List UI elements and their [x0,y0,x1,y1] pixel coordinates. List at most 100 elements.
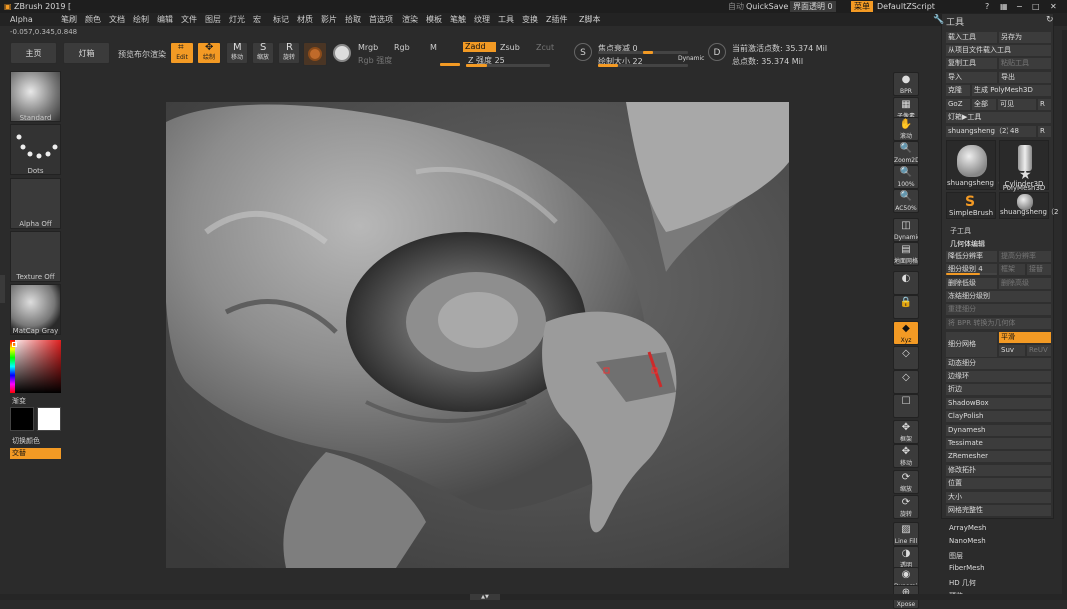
goz-visible-button[interactable]: 可见 [998,99,1036,110]
shelf-button-9[interactable]: 🔒 [893,295,919,319]
mrgb-button[interactable]: Mrgb [358,43,378,52]
close-icon[interactable]: ✕ [1050,0,1057,13]
geometry-subpalette[interactable]: 网格完整性 [946,505,1051,516]
freeze-subdivision-button[interactable]: 冻结细分级别 [946,291,1051,302]
menu-item[interactable]: 渲染 [402,13,418,26]
menu-item[interactable]: 拾取 [345,13,361,26]
menu-item[interactable]: 图层 [205,13,221,26]
alternate-button[interactable]: 交替 [10,448,61,459]
menu-item[interactable]: 编辑 [157,13,173,26]
gradient-label[interactable]: 渐变 [12,396,26,406]
shelf-button-3[interactable]: 🔍 Zoom2D [893,141,919,165]
rgb-button[interactable]: Rgb [394,43,410,52]
scale-button[interactable]: S 缩放 [252,42,274,64]
menu-item[interactable]: 变换 [522,13,538,26]
geometry-subpalette[interactable]: 大小 [946,491,1051,503]
shelf-button-12[interactable]: ◇ [893,370,919,394]
menu-item[interactable]: 灯光 [229,13,245,26]
rgb-intensity-track[interactable] [440,63,460,66]
geometry-subpalette[interactable]: Tessimate [946,438,1051,449]
tool-subpalette[interactable]: ArrayMesh [949,524,986,532]
menu-item[interactable]: 模板 [426,13,442,26]
bottom-tray[interactable] [0,594,1067,600]
tool-subpalette[interactable]: 图层 [949,551,963,561]
refresh-icon[interactable]: ↻ [1046,15,1054,25]
ui-transparency-slider[interactable]: 界面透明 0 [790,1,836,12]
menu-item[interactable]: 纹理 [474,13,490,26]
geometry-subpalette[interactable]: ClayPolish [946,411,1051,423]
export-button[interactable]: 导出 [999,72,1051,83]
menu-item[interactable]: 文档 [109,13,125,26]
shelf-button-17[interactable]: ⟳ 旋转 [893,495,919,519]
geometry-header[interactable]: 几何体编辑 [950,239,985,249]
left-tray-handle[interactable] [0,275,5,303]
shelf-button-7[interactable]: ▤ 地面网格 [893,242,919,266]
menu-item[interactable]: 文件 [181,13,197,26]
menu-item[interactable]: 笔刷 [61,13,77,26]
rgb-intensity-slider[interactable]: Rgb 强度 [358,55,392,66]
delete-lower-button[interactable]: 删除低级 [946,278,997,289]
material-swatch[interactable] [303,42,327,66]
spectrum-icon[interactable] [333,44,351,62]
smooth-toggle[interactable]: 平滑 [999,332,1051,343]
main-color-swatch[interactable] [37,407,61,431]
default-zscript-button[interactable]: DefaultZScript [877,0,935,13]
shelf-button-0[interactable]: ● BPR [893,72,919,96]
shelf-button-5[interactable]: 🔍 AC50% [893,189,919,213]
make-polymesh-button[interactable]: 生成 PolyMesh3D [972,85,1051,96]
tool-r-button[interactable]: R [1038,126,1051,137]
subtool-header[interactable]: 子工具 [950,226,971,236]
dynamic-toggle[interactable]: Dynamic [678,55,704,62]
right-scrollbar[interactable] [1062,30,1067,600]
zsub-button[interactable]: Zsub [500,43,520,52]
draw-size-track[interactable] [598,64,688,67]
menu-item[interactable]: Z脚本 [579,13,600,26]
geometry-subpalette[interactable]: 修改拓扑 [946,464,1051,476]
geometry-subpalette[interactable]: Dynamesh [946,424,1051,436]
tool-thumb-shuangsheng[interactable]: shuangsheng（2 [946,140,1005,190]
geometry-subpalette[interactable]: 边缘环 [946,371,1051,382]
menu-item[interactable]: 宏 [253,13,261,26]
dynamic-subdiv-header[interactable]: 动态细分 [946,358,1051,369]
load-tool-button[interactable]: 载入工具 [946,32,997,43]
delete-higher-button[interactable]: 删除高级 [999,278,1051,289]
menu-item[interactable]: 标记 [273,13,289,26]
menu-item[interactable]: Z插件 [546,13,567,26]
zcut-button[interactable]: Zcut [536,43,554,52]
menu-item[interactable]: 首选项 [369,13,393,26]
menu-item[interactable]: Alpha [10,13,33,26]
zadd-button[interactable]: Zadd [463,42,496,52]
rstr-button[interactable]: 接替 [1027,264,1051,275]
bpr-convert-button[interactable]: 将 BPR 转换为几何体 [946,318,1051,329]
menu-item[interactable]: 影片 [321,13,337,26]
menu-item[interactable]: 材质 [297,13,313,26]
shelf-button-2[interactable]: ✋ 滚动 [893,117,919,141]
suv-toggle[interactable]: Suv [999,345,1025,356]
tile-icon[interactable]: ▦ [1000,0,1008,13]
color-picker[interactable] [10,340,61,393]
paste-tool-button[interactable]: 粘贴工具 [999,58,1051,69]
lightbox-button[interactable]: 灯箱 [63,42,110,64]
lower-res-button[interactable]: 降低分辨率 [946,251,997,262]
shelf-button-14[interactable]: ✥ 框架 [893,420,919,444]
focal-shift-track[interactable] [598,51,688,54]
divide-button[interactable]: 细分网格 [946,332,997,357]
geometry-subpalette[interactable]: 位置 [946,478,1051,490]
tool-subpalette[interactable]: NanoMesh [949,537,986,545]
help-icon[interactable]: ? [985,0,989,13]
lightbox-tools-button[interactable]: 灯箱▶工具 [946,112,1051,123]
rotate-button[interactable]: R 旋转 [278,42,300,64]
home-button[interactable]: 主页 [10,42,57,64]
geometry-subpalette[interactable]: ZRemesher [946,451,1051,463]
reconstruct-subdiv-button[interactable]: 重建细分 [946,304,1051,315]
switch-color-button[interactable]: 切换颜色 [12,436,40,446]
sculpt-model[interactable] [166,102,789,568]
goz-button[interactable]: GoZ [946,99,970,110]
shelf-button-13[interactable]: ☐ [893,394,919,418]
load-from-project-button[interactable]: 从项目文件载入工具 [946,45,1051,56]
import-button[interactable]: 导入 [946,72,997,83]
tool-panel-title[interactable]: 工具 [946,15,964,28]
tool-thumb-polymesh3d[interactable]: ★ PolyMesh3D [999,166,1049,193]
shelf-button-11[interactable]: ◇ [893,346,919,370]
shelf-button-6[interactable]: ◫Dynamic 透视 [893,218,919,242]
